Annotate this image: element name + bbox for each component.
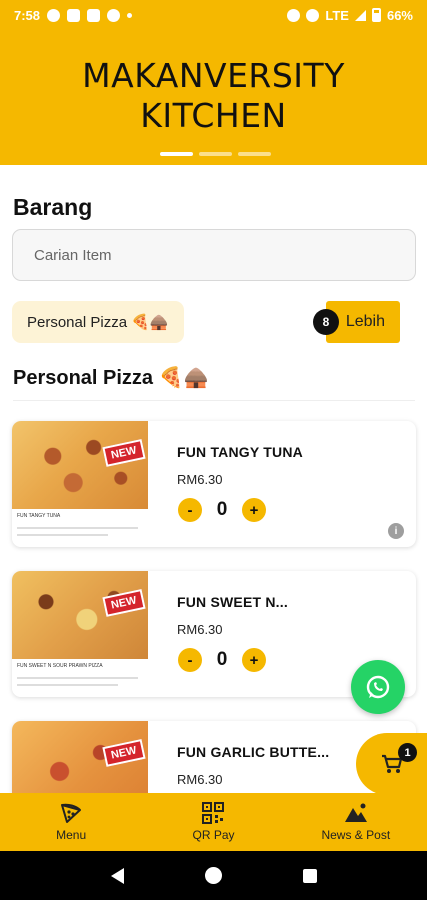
thumbnail-caption: FUN TANGY TUNA (17, 513, 61, 519)
section-title: Barang (13, 194, 93, 220)
increase-quantity-button[interactable]: + (242, 498, 266, 522)
system-navigation-bar (0, 851, 427, 900)
signal-icon (354, 9, 366, 21)
tiktok-notification-icon (87, 8, 101, 22)
cart-button[interactable] (356, 733, 427, 795)
shopping-bag-notification-icon (67, 8, 81, 22)
thumbnail-text-line (17, 534, 108, 536)
more-notifications-dot-icon (127, 12, 133, 18)
hotspot-icon (306, 8, 320, 22)
whatsapp-chat-button[interactable] (351, 660, 405, 714)
item-price: RM6.30 (177, 472, 223, 487)
battery-icon (371, 8, 381, 22)
whatsapp-icon (366, 675, 390, 699)
category-chip[interactable]: Personal Pizza 🍕🛖 (12, 301, 184, 343)
item-thumbnail: NEW FUN TANGY TUNA (12, 421, 148, 547)
qr-code-icon (202, 802, 225, 824)
item-name: FUN TANGY TUNA (177, 444, 303, 460)
nav-item-menu[interactable]: Menu (0, 793, 142, 851)
category-title: Personal Pizza 🍕🛖 (13, 367, 209, 389)
brand-line-1: MAKANVERSITY (82, 56, 345, 95)
divider (13, 400, 415, 401)
pizza-image (12, 421, 148, 509)
carousel-dot[interactable] (238, 152, 271, 156)
item-name: FUN GARLIC BUTTE... (177, 744, 330, 760)
decrease-quantity-button[interactable]: - (178, 648, 202, 672)
more-count-badge: 8 (313, 309, 339, 335)
brand-line-2: KITCHEN (140, 96, 287, 135)
more-button-label: Lebih (345, 313, 385, 330)
carousel-dot[interactable] (199, 152, 232, 156)
pizza-slice-icon (61, 803, 82, 823)
bottom-navigation: Menu QR Pay News & Post (0, 793, 427, 851)
decrease-quantity-button[interactable]: - (178, 498, 202, 522)
carousel-indicator (160, 152, 271, 156)
back-icon[interactable] (110, 867, 124, 884)
recents-icon[interactable] (302, 868, 317, 883)
mountains-icon (344, 803, 367, 822)
nav-label: QR Pay (192, 828, 235, 842)
nav-item-qr-pay[interactable]: QR Pay (142, 793, 284, 851)
pizza-image (12, 571, 148, 659)
search-input[interactable] (12, 229, 416, 281)
quantity-value: 0 (216, 499, 228, 520)
thumbnail-caption: FUN SWEET N SOUR PRAWN PIZZA (17, 663, 103, 669)
item-price: RM6.30 (177, 622, 223, 637)
home-icon[interactable] (204, 867, 222, 884)
header-banner[interactable]: MAKANVERSITY KITCHEN (0, 30, 427, 165)
nav-label: Menu (56, 828, 87, 842)
network-type: LTE (325, 7, 349, 23)
increase-quantity-button[interactable]: + (242, 648, 266, 672)
item-price: RM6.30 (177, 772, 223, 787)
battery-level: 66% (386, 7, 413, 23)
menu-item-card[interactable]: NEW FUN TANGY TUNA FUN TANGY TUNA RM6.30… (12, 421, 416, 547)
cart-count-badge: 1 (398, 743, 417, 762)
whatsapp-notification-icon (47, 8, 61, 22)
status-time: 7:58 (14, 7, 41, 23)
carousel-dot[interactable] (160, 152, 193, 156)
nav-label: News & Post (321, 828, 391, 842)
quantity-value: 0 (216, 649, 228, 670)
thumbnail-text-line (17, 527, 138, 529)
brand-title: MAKANVERSITY KITCHEN (0, 56, 427, 136)
item-name: FUN SWEET N... (177, 594, 288, 610)
thumbnail-text-line (17, 684, 118, 686)
do-not-disturb-icon (287, 8, 301, 22)
nav-item-news-post[interactable]: News & Post (285, 793, 427, 851)
item-thumbnail: NEW FUN SWEET N SOUR PRAWN PIZZA (12, 571, 148, 697)
thumbnail-text-line (17, 677, 138, 679)
google-notification-icon (107, 8, 121, 22)
status-bar: 7:58 LTE 66% (0, 0, 427, 30)
info-icon[interactable]: i (388, 523, 404, 539)
